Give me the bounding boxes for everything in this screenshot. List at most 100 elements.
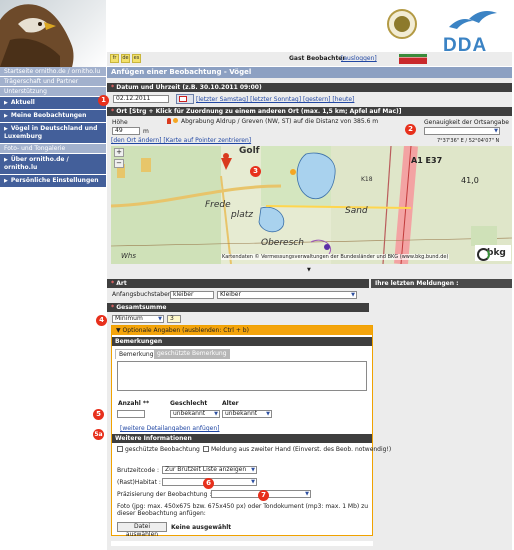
map-label-k18: K18 [361,176,373,183]
annotation-marker-4: 4 [96,315,107,326]
tab-protected-remark[interactable]: geschützte Bemerkung [154,349,230,359]
logout-link[interactable]: [ausloggen] [341,55,377,62]
detail-count-input[interactable] [117,410,145,418]
main-content: Anfügen einer Beobachtung - Vögel * Datu… [93,67,512,550]
sex-select[interactable]: unbekannt ▼ [170,410,220,418]
count-column-label: Anzahl ** [118,400,150,407]
age-column-label: Alter [222,400,239,407]
optional-details-panel: ▼ Optionale Angaben (ausblenden: Ctrl + … [111,325,391,538]
tab-remark[interactable]: Bemerkung [115,349,158,359]
precision-label: Genauigkeit der Ortsangabe [424,119,509,126]
last-reports-heading: Ihre letzten Meldungen : [371,279,512,288]
chevron-down-icon: ▼ [266,411,270,417]
map-copyright: Kartendaten © Vermessungsverwaltungen de… [221,254,450,260]
more-info-heading: Weitere Informationen [112,434,372,443]
annotation-marker-1: 1 [98,95,109,106]
second-hand-label: Meldung aus zweiter Hand (Einverst. des … [211,446,392,453]
map-zoom-controls: + − [114,148,126,188]
annotation-marker-2: 2 [405,124,416,135]
coordinates: 7°37'36" E / 52°04'07" N [437,138,500,144]
sidebar-item-birds[interactable]: ▶ Vögel in Deutschland und Luxemburg [0,123,106,144]
chevron-down-icon: ▼ [351,292,355,298]
annotation-marker-6: 6 [203,478,214,489]
map-expand-arrow-icon[interactable]: ▼ [307,267,311,273]
choose-file-button[interactable]: Datei auswählen [117,522,167,538]
count-mode-select[interactable]: Minimum ▼ [112,315,164,323]
map-action-links[interactable]: [den Ort ändern] [Karte auf Pointer zent… [111,137,251,144]
triangle-right-icon: ▶ [4,157,8,163]
remark-textarea[interactable] [117,361,367,391]
height-label: Höhe [112,119,128,126]
zoom-in-button[interactable]: + [114,148,124,157]
language-de[interactable]: de [121,54,130,63]
language-es[interactable]: es [132,54,141,63]
location-dot-icon [173,118,178,123]
map-label-platz: platz [231,210,253,220]
submit-area [111,541,373,546]
sidebar-link-partners[interactable]: Trägerschaft und Partner [0,77,106,87]
second-hand-checkbox[interactable] [203,446,209,452]
sidebar-item-my-observations[interactable]: ▶ Meine Beobachtungen [0,110,106,123]
height-input[interactable]: 49 [112,127,140,135]
map-pin-icon [167,118,171,124]
chevron-down-icon: ▼ [305,491,309,497]
map-label-whs: Whs [121,252,137,260]
language-fr[interactable]: fr [110,54,119,63]
date-shortcut-links[interactable]: [letzter Samstag] [letzter Sonntag] [ges… [196,96,354,103]
sidebar-link-home[interactable]: Startseite ornitho.de / ornitho.lu [0,67,106,77]
partner-logos: DDA [385,5,510,57]
sidebar-item-news[interactable]: ▶ Aktuell [0,97,106,110]
count-section-heading: * Gesamtsumme [107,303,369,312]
hawk-banner-image [0,0,106,67]
map-label-elevation: 41,0 [461,176,479,185]
triangle-right-icon: ▶ [4,113,8,119]
map-label-frede: Frede [205,200,231,210]
annotation-marker-3: 3 [250,166,261,177]
date-input[interactable]: 02.12.2011 [113,95,169,103]
annotation-marker-5a: 5a [93,429,104,440]
age-select[interactable]: unbekannt ▼ [222,410,272,418]
page-title: Anfügen einer Beobachtung - Vögel [107,67,512,78]
triangle-right-icon: ▶ [4,126,8,132]
observation-precision-label: Präzisierung der Beobachtung : [117,491,212,498]
count-input[interactable]: 3 [167,315,181,323]
species-select[interactable]: Kleiber ▼ [217,291,357,299]
user-name: Gast Beobachter [289,55,346,62]
map-label-oberesch: Oberesch [261,238,304,248]
chevron-down-icon: ▼ [251,467,255,473]
precision-select[interactable]: ▼ [424,127,500,135]
calendar-button[interactable] [176,94,194,104]
remarks-heading: Bemerkungen [112,337,372,346]
sidebar: Startseite ornitho.de / ornitho.lu Träge… [0,67,106,550]
chevron-down-icon: ▼ [251,479,255,485]
map-label-golf: Golf [239,146,260,156]
triangle-right-icon: ▶ [4,100,8,106]
sidebar-item-settings[interactable]: ▶ Persönliche Einstellungen [0,175,106,188]
chevron-down-icon: ▼ [158,316,162,322]
optional-details-toggle[interactable]: ▼ Optionale Angaben (ausblenden: Ctrl + … [112,326,372,335]
partner-seal-logo [387,9,417,39]
breeding-code-select[interactable]: Zur Brutzeit Liste anzeigen ▼ [162,466,257,474]
dda-birds-icon [449,11,497,29]
species-prefix-label: Anfangsbuchstaben [112,291,172,298]
zoom-out-button[interactable]: − [114,159,124,168]
protected-observation-label: geschützte Beobachtung [125,446,200,453]
sidebar-item-about[interactable]: ▶ Über ornitho.de / ornitho.lu [0,154,106,175]
species-prefix-input[interactable]: kleiber [170,291,214,299]
place-section-heading: * Ort [Strg + Klick für Zuordnung zu ein… [107,107,512,116]
top-bar: fr de es Gast Beobachter [ausloggen] [107,52,512,66]
sidebar-link-gallery[interactable]: Foto- und Tongalerie [0,144,106,154]
more-details-link[interactable]: [weitere Detailangaben anfügen] [120,425,219,432]
calendar-icon [179,96,187,102]
chevron-down-icon: ▼ [494,128,498,134]
sidebar-link-support[interactable]: Unterstützung [0,87,106,97]
triangle-right-icon: ▶ [4,178,8,184]
protected-observation-checkbox[interactable] [117,446,123,452]
map-view[interactable]: + − Golf Frede platz Sand Oberesch Whs K… [111,146,512,264]
file-status: Keine ausgewählt [171,524,232,531]
chevron-down-icon: ▼ [214,411,218,417]
height-unit: m [143,128,149,135]
annotation-marker-5: 5 [93,409,104,420]
sex-column-label: Geschlecht [170,400,208,407]
bkg-logo: bkg [475,245,511,261]
